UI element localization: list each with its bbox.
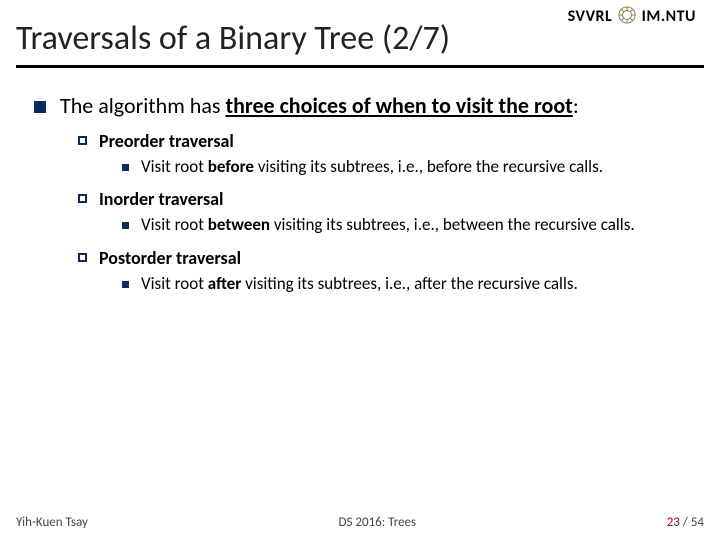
slide-content: The algorithm has three choices of when … [0, 68, 720, 296]
item-description: Visit root between visiting its subtrees… [141, 214, 635, 237]
list-item: Inorder traversal [78, 188, 698, 210]
item-heading: Postorder traversal [99, 247, 241, 269]
page-current: 23 [667, 515, 680, 530]
list-subitem: Visit root after visiting its subtrees, … [122, 273, 698, 296]
desc-post: visiting its subtrees, i.e., after the r… [241, 273, 578, 294]
square-bullet-icon [34, 101, 46, 113]
small-square-bullet-icon [122, 164, 129, 171]
hollow-square-bullet-icon [78, 253, 87, 262]
desc-pre: Visit root [141, 273, 208, 294]
desc-bold: before [208, 156, 254, 177]
desc-bold: after [208, 273, 242, 294]
ntu-logo-icon [618, 6, 636, 24]
org-right: IM.NTU [642, 7, 696, 26]
footer-course: DS 2016: Trees [339, 515, 417, 530]
footer-page: 23 / 54 [667, 515, 704, 530]
intro-prefix: The algorithm has [60, 92, 225, 119]
intro-text: The algorithm has three choices of when … [60, 92, 579, 120]
list-subitem: Visit root before visiting its subtrees,… [122, 156, 698, 179]
list-item: Preorder traversal [78, 130, 698, 152]
desc-bold: between [208, 214, 270, 235]
page-sep: / [680, 515, 691, 530]
desc-post: visiting its subtrees, i.e., before the … [254, 156, 603, 177]
slide-header: SVVRL IM.NTU Traversals of a Binary Tree… [0, 0, 720, 65]
list-subitem: Visit root between visiting its subtrees… [122, 214, 698, 237]
slide-footer: Yih-Kuen Tsay DS 2016: Trees 23 / 54 [16, 515, 704, 530]
desc-pre: Visit root [141, 156, 208, 177]
desc-post: visiting its subtrees, i.e., between the… [270, 214, 635, 235]
list-item: Postorder traversal [78, 247, 698, 269]
org-left: SVVRL [568, 7, 613, 26]
footer-author: Yih-Kuen Tsay [16, 515, 88, 530]
item-heading: Preorder traversal [99, 130, 234, 152]
item-description: Visit root after visiting its subtrees, … [141, 273, 578, 296]
item-description: Visit root before visiting its subtrees,… [141, 156, 603, 179]
intro-suffix: : [573, 92, 579, 119]
hollow-square-bullet-icon [78, 194, 87, 203]
desc-pre: Visit root [141, 214, 208, 235]
page-total: 54 [691, 515, 704, 530]
item-heading: Inorder traversal [99, 188, 223, 210]
small-square-bullet-icon [122, 222, 129, 229]
intro-line: The algorithm has three choices of when … [34, 92, 698, 120]
hollow-square-bullet-icon [78, 136, 87, 145]
small-square-bullet-icon [122, 281, 129, 288]
intro-emphasis: three choices of when to visit the root [225, 92, 572, 119]
